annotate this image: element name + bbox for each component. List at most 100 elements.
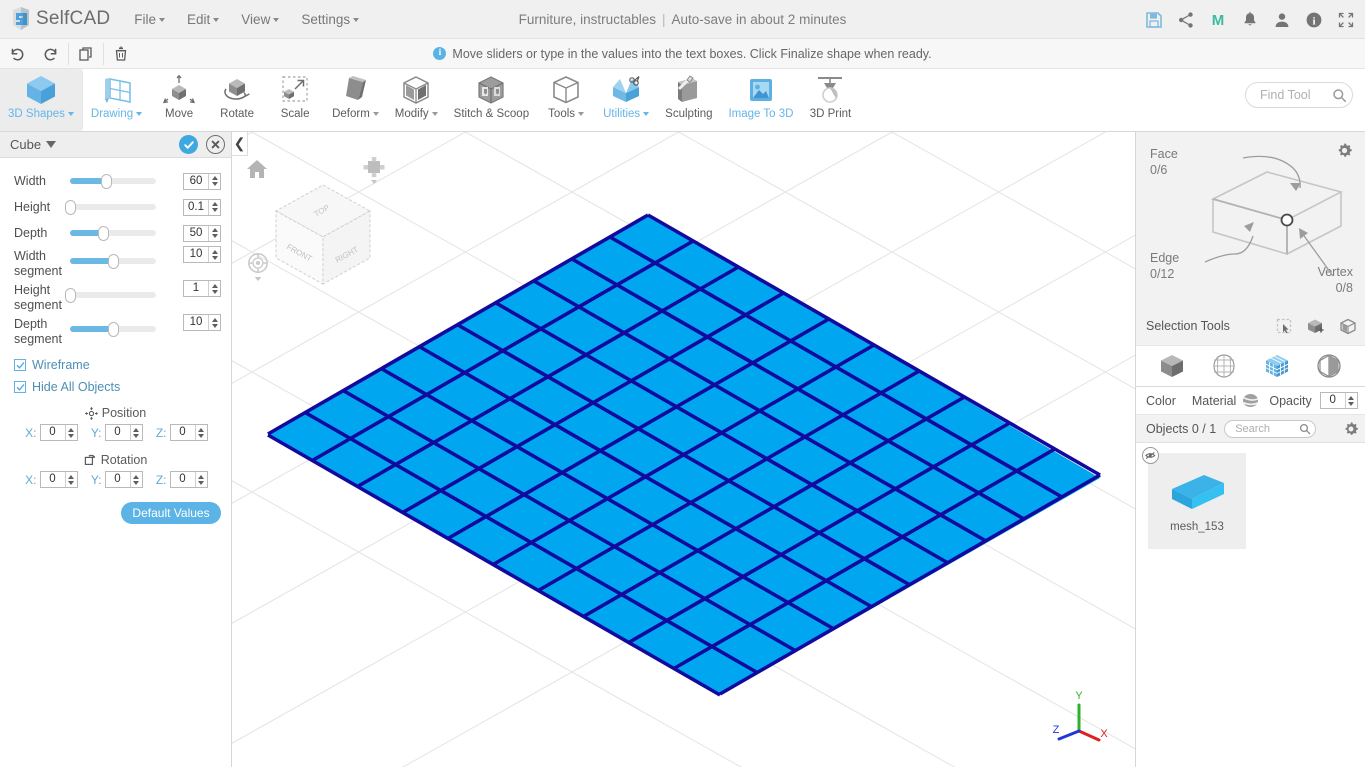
input-depth[interactable]: 50 [183, 224, 221, 242]
stepper-position-z[interactable] [194, 425, 207, 440]
stepper-width[interactable] [208, 173, 220, 189]
list-item[interactable]: mesh_153 [1142, 447, 1246, 549]
stepper-up-icon[interactable] [211, 176, 218, 180]
slider-rail[interactable] [65, 288, 156, 303]
find-tool-input[interactable] [1258, 87, 1332, 103]
stepper-down-icon[interactable] [68, 480, 74, 485]
search-icon[interactable] [1332, 88, 1347, 103]
cancel-shape-button[interactable] [206, 135, 225, 154]
3d-viewport[interactable]: ❮ TOP FRONT RIGHT Y X Z [232, 132, 1135, 767]
menu-edit[interactable]: Edit [177, 7, 229, 32]
input-depth-segment[interactable]: 10 [183, 314, 221, 331]
ribbon-deform[interactable]: Deform [324, 69, 387, 131]
stepper-position-y[interactable] [129, 425, 142, 440]
input-width-segment[interactable]: 10 [183, 246, 221, 263]
stepper-up-icon[interactable] [133, 427, 139, 432]
stepper-down-icon[interactable] [211, 255, 218, 260]
slider-track-depth-segment[interactable] [70, 314, 183, 344]
notifications-icon[interactable] [1241, 11, 1259, 29]
info-icon[interactable]: i [1305, 11, 1323, 29]
orbit-navigation-widget[interactable] [246, 252, 270, 282]
stepper-opacity[interactable] [1344, 393, 1357, 408]
stepper-down-icon[interactable] [211, 289, 218, 294]
m-badge-icon[interactable]: M [1209, 11, 1227, 29]
slider-handle[interactable] [108, 254, 119, 269]
eye-hidden-icon[interactable] [1142, 447, 1159, 464]
stepper-depth[interactable] [208, 225, 220, 241]
stepper-down-icon[interactable] [198, 433, 204, 438]
stepper-down-icon[interactable] [1348, 401, 1355, 406]
checkbox-icon[interactable] [14, 381, 26, 393]
menu-view[interactable]: View [231, 7, 289, 32]
stepper-up-icon[interactable] [133, 474, 139, 479]
panel-title[interactable]: Cube [10, 137, 57, 152]
stepper-down-icon[interactable] [211, 182, 218, 186]
slider-track-depth[interactable] [70, 220, 183, 246]
stepper-up-icon[interactable] [211, 317, 218, 322]
view-cube[interactable]: TOP FRONT RIGHT [268, 177, 378, 292]
subtract-select-icon[interactable] [1339, 318, 1357, 335]
stepper-down-icon[interactable] [211, 234, 218, 238]
input-width[interactable]: 60 [183, 172, 221, 190]
view-cube-icon[interactable]: TOP FRONT RIGHT [268, 177, 378, 292]
stepper-width-segment[interactable] [208, 247, 220, 262]
slider-rail[interactable] [70, 254, 156, 269]
redo-button[interactable] [34, 39, 68, 68]
ribbon-3d-shapes[interactable]: 3D Shapes [0, 69, 82, 131]
search-icon[interactable] [1299, 423, 1311, 435]
stepper-down-icon[interactable] [133, 433, 139, 438]
rectangle-select-icon[interactable] [1276, 318, 1293, 335]
cube-plane-mesh[interactable] [267, 213, 1101, 697]
orbit-navigation-icon[interactable] [246, 252, 270, 282]
slider-rail[interactable] [70, 322, 156, 337]
ribbon-tools[interactable]: Tools [537, 69, 595, 131]
ribbon-scale[interactable]: Scale [266, 69, 324, 131]
menu-settings[interactable]: Settings [291, 7, 369, 32]
stepper-down-icon[interactable] [198, 480, 204, 485]
slider-handle[interactable] [101, 174, 113, 189]
stepper-height[interactable] [208, 199, 220, 215]
ribbon-stitch-scoop[interactable]: Stitch & Scoop [446, 69, 537, 131]
checkbox-icon[interactable] [14, 359, 26, 371]
home-view-button[interactable] [246, 158, 268, 180]
stepper-up-icon[interactable] [68, 474, 74, 479]
slider-rail[interactable] [70, 174, 156, 189]
slider-track-width[interactable] [70, 168, 183, 194]
stepper-rotation-x[interactable] [64, 472, 77, 487]
ribbon-rotate[interactable]: Rotate [208, 69, 266, 131]
ribbon-utilities[interactable]: Utilities [595, 69, 657, 131]
undo-button[interactable] [0, 39, 34, 68]
material-sphere-icon[interactable] [1242, 393, 1259, 408]
slider-handle[interactable] [97, 226, 109, 241]
slider-track-height-segment[interactable] [65, 280, 183, 310]
stepper-depth-segment[interactable] [208, 315, 220, 330]
ribbon-drawing[interactable]: Drawing [83, 69, 150, 131]
stepper-rotation-z[interactable] [194, 472, 207, 487]
share-icon[interactable] [1177, 11, 1195, 29]
ribbon-3d-print[interactable]: 3D Print [801, 69, 859, 131]
slider-handle[interactable] [65, 200, 76, 215]
ribbon-modify[interactable]: Modify [387, 69, 446, 131]
input-position-y[interactable]: 0 [104, 424, 143, 441]
checkbox-wireframe[interactable]: Wireframe [0, 354, 231, 376]
checkbox-hide-all-objects[interactable]: Hide All Objects [0, 376, 231, 398]
stepper-down-icon[interactable] [133, 480, 139, 485]
stepper-up-icon[interactable] [68, 427, 74, 432]
default-values-button[interactable]: Default Values [121, 502, 221, 524]
stepper-height-segment[interactable] [208, 281, 220, 296]
slider-handle[interactable] [108, 322, 119, 337]
objects-settings-icon[interactable] [1343, 421, 1359, 437]
stepper-position-x[interactable] [64, 425, 77, 440]
input-height[interactable]: 0.1 [183, 198, 221, 216]
vertex-mode-icon[interactable] [1210, 352, 1238, 380]
input-height-segment[interactable]: 1 [183, 280, 221, 297]
stepper-up-icon[interactable] [198, 427, 204, 432]
slider-track-width-segment[interactable] [70, 246, 183, 276]
find-tool-box[interactable] [1245, 82, 1353, 108]
ribbon-sculpting[interactable]: Sculpting [657, 69, 720, 131]
input-position-x[interactable]: 0 [39, 424, 78, 441]
account-icon[interactable] [1273, 11, 1291, 29]
menu-file[interactable]: File [124, 7, 175, 32]
stepper-up-icon[interactable] [211, 228, 218, 232]
stepper-up-icon[interactable] [211, 202, 218, 206]
